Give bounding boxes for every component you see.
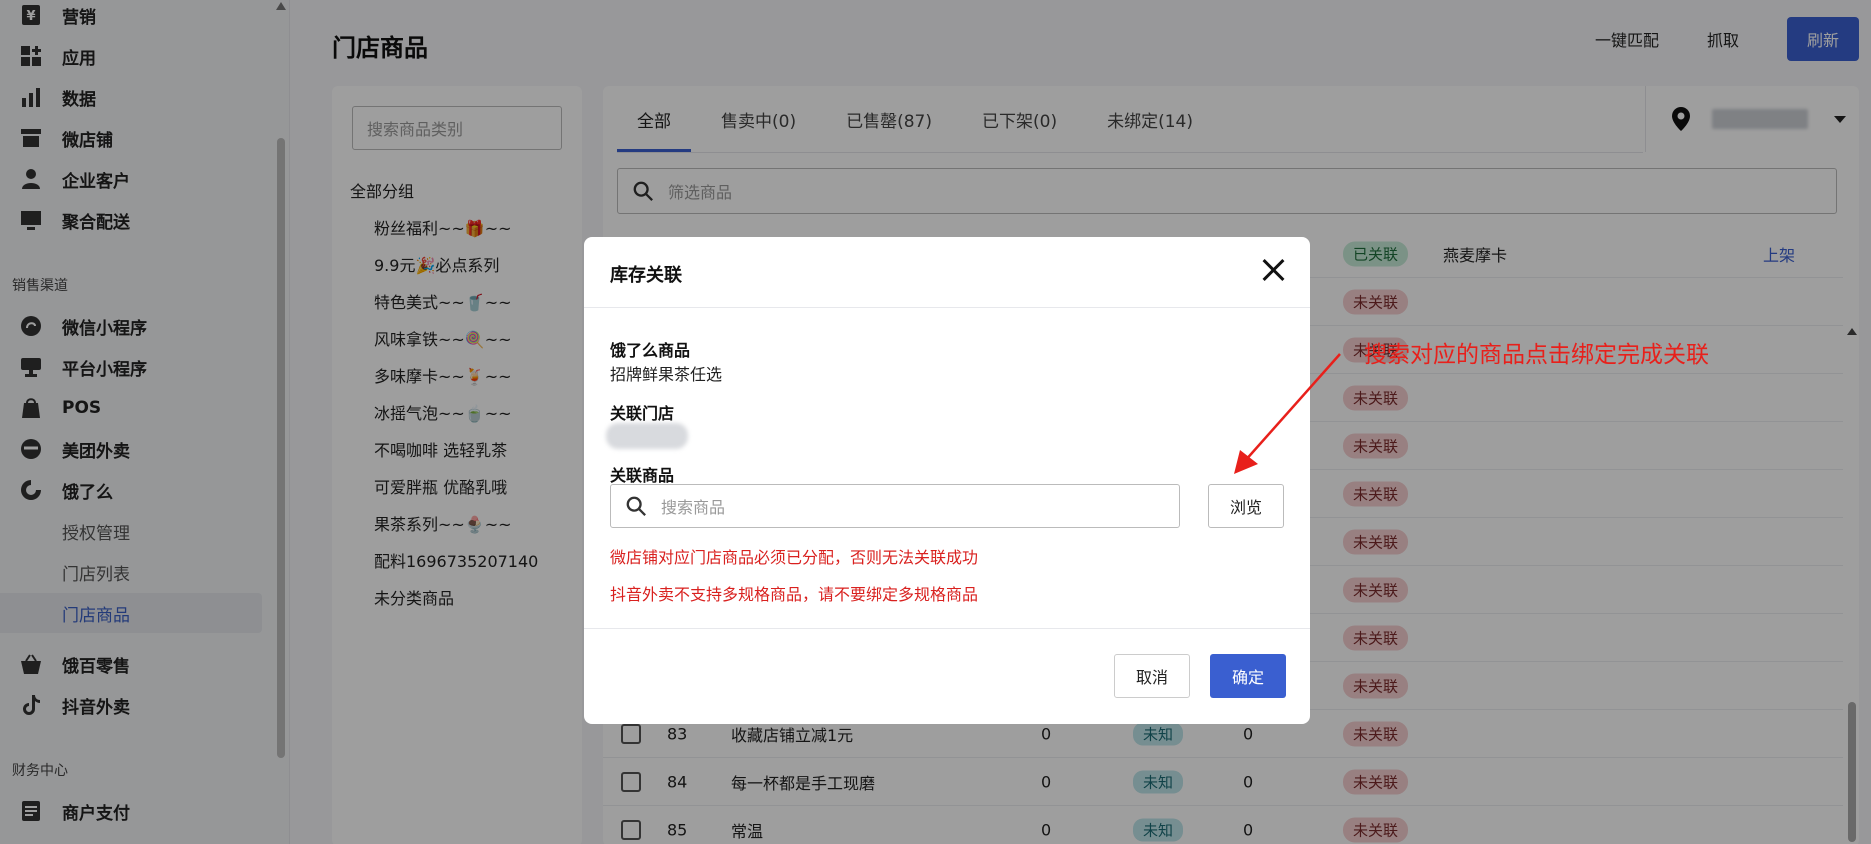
browse-button[interactable]: 浏览: [1208, 484, 1284, 528]
linked-product-label: 关联商品: [610, 466, 675, 485]
eleme-product-value: 招牌鲜果茶任选: [610, 365, 723, 384]
inventory-link-dialog: 库存关联 饿了么商品 招牌鲜果茶任选 关联门店 关联商品 搜索商品 浏览 微店铺…: [584, 237, 1310, 724]
product-search-input[interactable]: 搜索商品: [610, 484, 1180, 528]
annotation-text: 搜索对应的商品点击绑定完成关联: [1364, 342, 1709, 368]
dialog-title: 库存关联: [610, 265, 682, 286]
dialog-divider: [584, 307, 1310, 308]
linked-store-redacted: [606, 423, 688, 449]
warning-text: 微店铺对应门店商品必须已分配，否则无法关联成功: [610, 548, 979, 567]
warning-text: 抖音外卖不支持多规格商品，请不要绑定多规格商品: [610, 585, 979, 604]
close-icon[interactable]: [1258, 255, 1288, 285]
cancel-button[interactable]: 取消: [1114, 654, 1190, 698]
annotation-arrow-icon: [1234, 353, 1341, 474]
search-icon: [626, 496, 646, 516]
product-search-placeholder: 搜索商品: [661, 498, 726, 517]
eleme-product-label: 饿了么商品: [610, 341, 691, 360]
linked-store-label: 关联门店: [610, 404, 675, 423]
confirm-button[interactable]: 确定: [1210, 654, 1286, 698]
dialog-divider: [584, 628, 1310, 629]
